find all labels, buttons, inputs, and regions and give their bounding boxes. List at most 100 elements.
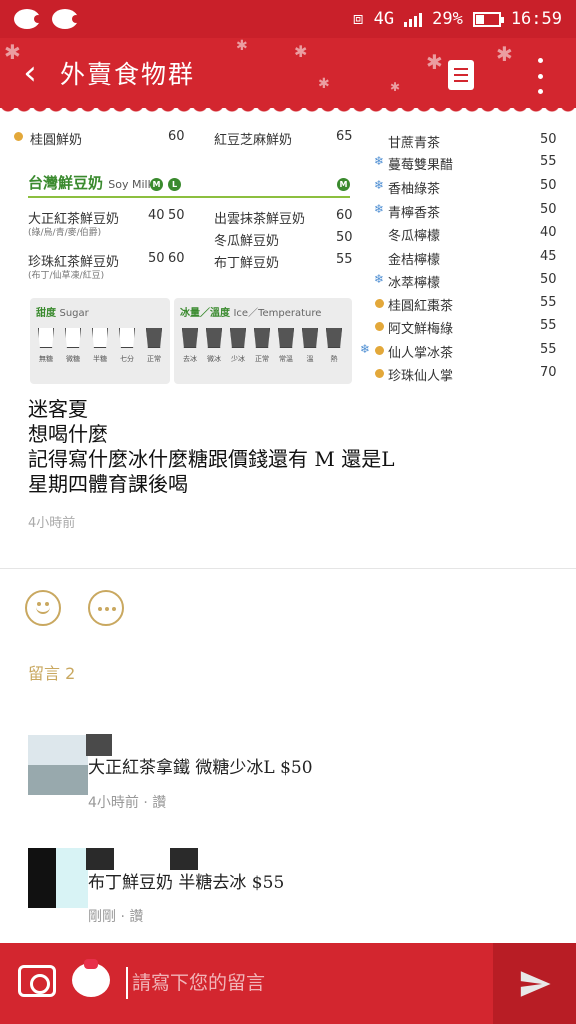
- comment-text: 布丁鮮豆奶 半糖去冰 $55: [88, 873, 285, 893]
- back-button[interactable]: ‹: [0, 38, 60, 108]
- iced-snowflake-icon: ❄: [374, 178, 385, 192]
- snowflake-decoration-icon: ✱: [390, 80, 401, 94]
- notification-icons: [14, 9, 80, 29]
- menu-item-price-m: 40: [148, 208, 165, 223]
- status-bar: ⧈ 4G 29% 16:59: [0, 0, 576, 38]
- sugar-level-label: 正常: [147, 355, 161, 363]
- menu-item-name: 珍珠仙人掌: [388, 369, 454, 384]
- menu-item-name: 出雲抹茶鮮豆奶: [214, 212, 306, 227]
- ice-panel: 冰量／溫度 Ice／Temperature 去冰 微冰 少冰 正常 常溫 溫 熱: [174, 298, 352, 384]
- iced-snowflake-icon: ❄: [374, 272, 385, 286]
- network-type: 4G: [373, 9, 395, 29]
- app-bar: ✱ ✱ ✱ ✱ ✱ ✱ ✱ ‹ 外賣食物群: [0, 38, 576, 108]
- menu-item-name: 香柚綠茶: [388, 182, 441, 197]
- sheep-notification-icon: [14, 9, 42, 29]
- comment-meta[interactable]: 4小時前 · 讚: [88, 792, 166, 812]
- menu-item-options: (布丁/仙草凍/紅豆): [28, 271, 105, 281]
- menu-item-name: 蔓莓雙果醋: [388, 158, 454, 173]
- ice-heading: 冰量／溫度 Ice／Temperature: [180, 308, 322, 319]
- snowflake-decoration-icon: ✱: [496, 42, 513, 66]
- menu-item-name: 桂圓鮮奶: [30, 133, 83, 148]
- scallop-border: [0, 104, 576, 116]
- cup-icon: [92, 328, 108, 348]
- post-line: 記得寫什麼冰什麼糖跟價錢還有 M 還是L: [28, 447, 395, 471]
- comment-composer: [0, 943, 576, 1024]
- menu-item-name: 布丁鮮豆奶: [214, 256, 280, 271]
- ice-level-label: 常溫: [279, 355, 293, 363]
- menu-item-options: (綠/烏/青/麥/伯爵): [28, 228, 102, 238]
- menu-item-price: 55: [540, 154, 557, 169]
- iced-snowflake-icon: ❄: [360, 342, 371, 356]
- sticker-icon[interactable]: [72, 959, 110, 997]
- menu-item-price: 60: [336, 208, 353, 223]
- comment-text: 大正紅茶拿鐵 微糖少冰L $50: [88, 758, 313, 778]
- menu-item-price-l: 60: [168, 251, 185, 266]
- comment-input[interactable]: [126, 967, 486, 999]
- commenter-name-redacted[interactable]: [86, 848, 114, 870]
- recommended-dot-icon: [375, 322, 384, 331]
- ice-level-label: 熱: [330, 355, 338, 363]
- recommended-dot-icon: [375, 346, 384, 355]
- sugar-level-label: 半糖: [93, 355, 107, 363]
- menu-item-price: 55: [540, 342, 557, 357]
- cup-icon: [182, 328, 198, 348]
- send-button[interactable]: [493, 943, 576, 1024]
- snowflake-decoration-icon: ✱: [236, 38, 248, 54]
- menu-item-price: 50: [540, 178, 557, 193]
- battery-icon: [472, 11, 504, 27]
- ice-level-label: 去冰: [183, 355, 197, 363]
- cup-icon: [326, 328, 342, 348]
- divider: [0, 568, 576, 569]
- menu-item-name: 甘蔗青茶: [388, 136, 441, 151]
- comments-count: 留言 2: [28, 664, 76, 683]
- more-options-button[interactable]: [530, 58, 550, 94]
- camera-icon[interactable]: [18, 965, 56, 997]
- snowflake-decoration-icon: ✱: [318, 76, 330, 92]
- cup-icon: [146, 328, 162, 348]
- menu-item-name: 冰萃檸檬: [388, 276, 441, 291]
- sugar-level-label: 無糖: [39, 355, 53, 363]
- commenter-name-redacted[interactable]: [170, 848, 198, 870]
- menu-item-price: 70: [540, 365, 557, 380]
- avatar[interactable]: [28, 848, 88, 908]
- avatar[interactable]: [28, 735, 88, 795]
- back-arrow-icon: ‹: [23, 53, 37, 93]
- menu-item-name: 紅豆芝麻鮮奶: [214, 133, 293, 148]
- menu-item-price: 55: [540, 295, 557, 310]
- post-line: 迷客夏: [28, 397, 88, 421]
- clock: 16:59: [510, 9, 562, 29]
- menu-item-name: 冬瓜檸檬: [388, 229, 441, 244]
- iced-snowflake-icon: ❄: [374, 154, 385, 168]
- post-line: 想喝什麼: [28, 422, 108, 446]
- comment-icon[interactable]: [88, 590, 124, 626]
- menu-item-price: 55: [540, 318, 557, 333]
- ice-level-label: 正常: [255, 355, 269, 363]
- ice-level-label: 微冰: [207, 355, 221, 363]
- cup-icon: [230, 328, 246, 348]
- signal-icon: [404, 11, 423, 27]
- post-timestamp: 4小時前: [28, 516, 76, 531]
- soy-milk-heading: 台灣鮮豆奶 Soy Milk: [28, 174, 154, 192]
- menu-item-name: 冬瓜鮮豆奶: [214, 234, 280, 249]
- cup-icon: [119, 328, 135, 348]
- snowflake-decoration-icon: ✱: [426, 50, 443, 74]
- menu-item-price: 50: [336, 230, 353, 245]
- size-m-badge: M: [150, 178, 163, 191]
- post-line: 星期四體育課後喝: [28, 472, 188, 496]
- cup-icon: [254, 328, 270, 348]
- sugar-level-label: 七分: [120, 355, 134, 363]
- vibrate-icon: ⧈: [352, 9, 364, 29]
- comment-meta[interactable]: 剛剛 · 讚: [88, 906, 143, 926]
- status-indicators: ⧈ 4G 29% 16:59: [353, 9, 562, 29]
- recommended-dot-icon: [375, 369, 384, 378]
- send-icon: [520, 970, 551, 997]
- menu-image[interactable]: 桂圓鮮奶 60 紅豆芝麻鮮奶 65 台灣鮮豆奶 Soy Milk M L M 大…: [0, 108, 576, 390]
- ice-level-label: 溫: [306, 355, 314, 363]
- cup-icon: [206, 328, 222, 348]
- smile-icon[interactable]: [25, 590, 61, 626]
- recommended-dot-icon: [375, 299, 384, 308]
- document-button[interactable]: [448, 60, 474, 90]
- menu-item-price: 50: [540, 202, 557, 217]
- menu-item-price: 45: [540, 249, 557, 264]
- menu-item-name: 桂圓紅棗茶: [388, 299, 454, 314]
